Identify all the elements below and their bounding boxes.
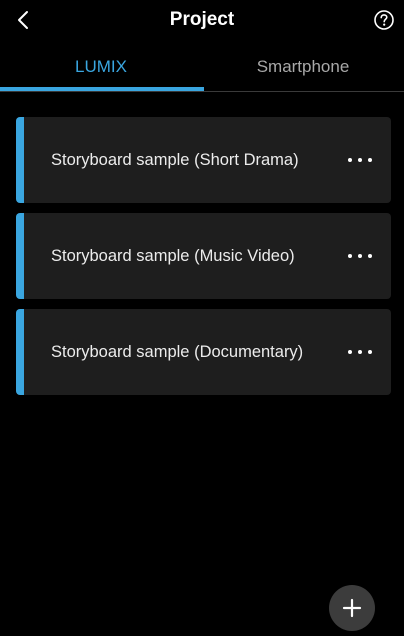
add-project-button[interactable] [329,585,375,631]
more-horizontal-icon [348,254,372,258]
project-menu-button[interactable] [342,241,378,271]
tab-bar: LUMIX Smartphone [0,47,404,92]
project-title: Storyboard sample (Music Video) [51,247,295,265]
card-accent-bar [16,117,24,203]
project-title: Storyboard sample (Short Drama) [51,151,299,169]
project-card[interactable]: Storyboard sample (Music Video) [16,213,391,299]
project-menu-button[interactable] [342,337,378,367]
card-accent-bar [16,213,24,299]
project-card[interactable]: Storyboard sample (Documentary) [16,309,391,395]
project-title: Storyboard sample (Documentary) [51,343,304,361]
card-accent-bar [16,309,24,395]
project-list: Storyboard sample (Short Drama) Storyboa… [16,117,392,405]
tab-lumix[interactable]: LUMIX [0,47,202,88]
app-header: Project [0,0,404,40]
question-circle-icon [374,10,394,30]
tab-smartphone[interactable]: Smartphone [202,47,404,88]
project-menu-button[interactable] [342,145,378,175]
project-card[interactable]: Storyboard sample (Short Drama) [16,117,391,203]
active-tab-indicator [0,87,204,91]
page-title: Project [169,9,235,30]
more-horizontal-icon [348,350,372,354]
plus-icon [342,598,362,618]
more-horizontal-icon [348,158,372,162]
help-button[interactable] [372,8,396,32]
